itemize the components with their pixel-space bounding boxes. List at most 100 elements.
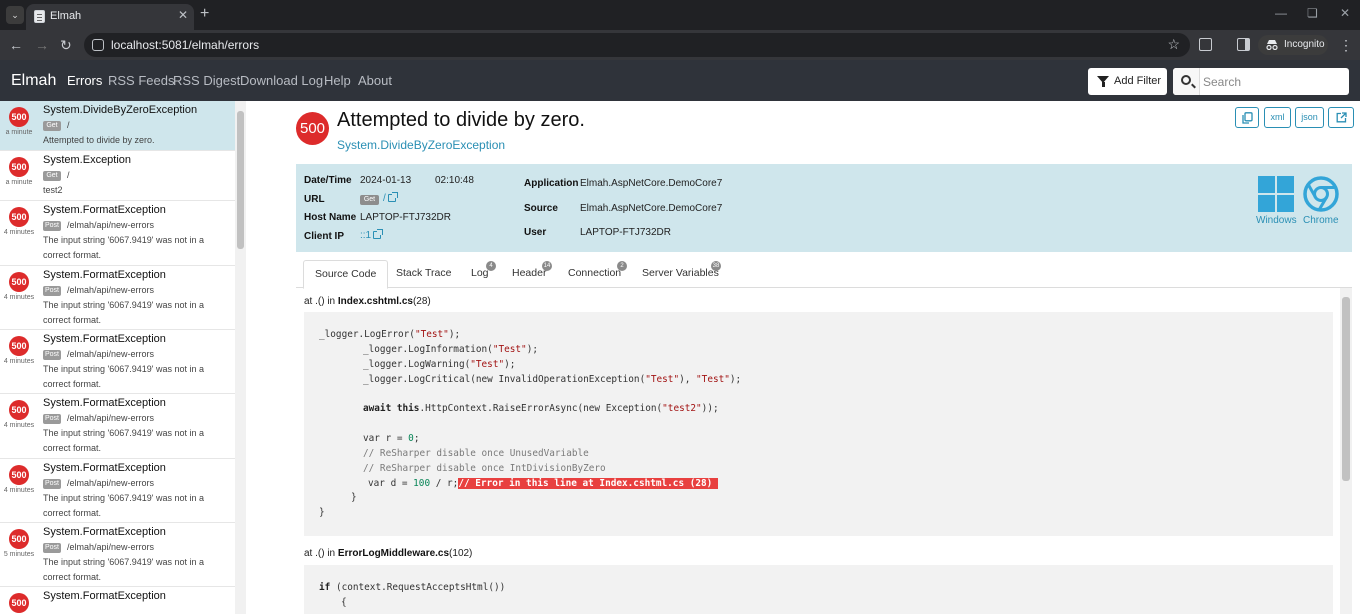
error-type: System.FormatException [43, 333, 166, 345]
tab-stack-trace[interactable]: Stack Trace [396, 267, 451, 279]
time-value: 02:10:48 [435, 175, 474, 186]
copy-icon [1241, 112, 1253, 124]
browser-tabstrip: ⌄ Elmah ✕ + — ❏ ✕ [0, 0, 1360, 30]
url-path[interactable]: / [383, 193, 386, 204]
close-tab-icon[interactable]: ✕ [178, 8, 188, 22]
http-verb-badge: Post [43, 350, 61, 360]
error-type: System.FormatException [43, 526, 166, 538]
code-line: if (context.RequestAcceptsHtml()) [319, 582, 506, 593]
http-verb-badge: Get [43, 171, 61, 181]
reload-icon[interactable]: ↻ [60, 37, 72, 53]
status-code-badge: 500 [9, 157, 29, 177]
forward-icon[interactable]: → [35, 37, 49, 53]
error-list-item[interactable]: 500 4 minutes System.FormatException Post/e… [0, 201, 235, 266]
nav-download-log[interactable]: Download Log [240, 73, 323, 88]
restore-icon[interactable]: ❏ [1307, 6, 1318, 20]
new-tab-icon[interactable]: + [200, 5, 209, 23]
header-count-badge: 14 [542, 261, 552, 271]
error-type: System.DivideByZeroException [43, 104, 198, 116]
external-link-icon[interactable] [373, 229, 384, 239]
error-type-link[interactable]: System.DivideByZeroException [337, 138, 505, 152]
user-value: LAPTOP-FTJ732DR [580, 227, 671, 238]
nav-errors[interactable]: Errors [67, 73, 102, 88]
url-link[interactable]: / [383, 192, 398, 204]
code-line: } [351, 492, 357, 503]
add-filter-label: Add Filter [1114, 75, 1162, 87]
error-message: The input string '6067.9419' was not in … [43, 428, 205, 453]
copy-button[interactable] [1235, 107, 1259, 128]
code-line: _logger.LogWarning("Test"); [363, 359, 516, 370]
source-label: Source [524, 203, 558, 214]
json-button[interactable]: json [1295, 107, 1324, 128]
status-code-badge: 500 [296, 112, 329, 145]
browser-tab[interactable]: Elmah ✕ [26, 4, 194, 30]
error-message: The input string '6067.9419' was not in … [43, 493, 205, 518]
http-verb-badge: Post [43, 221, 61, 231]
date-label: Date/Time [304, 175, 352, 186]
tab-server-variables[interactable]: Server Variables [642, 267, 719, 279]
source-code-block: _logger.LogError("Test"); _logger.LogInf… [304, 312, 1333, 536]
error-list-item[interactable]: 500 4 minutes System.FormatException Post/e… [0, 394, 235, 459]
search-box[interactable] [1173, 68, 1349, 95]
add-filter-button[interactable]: Add Filter [1088, 68, 1167, 95]
nav-help[interactable]: Help [324, 73, 351, 88]
incognito-label: Incognito [1284, 39, 1325, 50]
user-label: User [524, 227, 547, 238]
detail-scroll-thumb[interactable] [1342, 297, 1350, 481]
brand-logo[interactable]: Elmah [11, 72, 56, 90]
error-message: test2 [43, 185, 63, 195]
client-ip-value[interactable]: ::1 [360, 230, 371, 241]
error-list-item[interactable]: 500 System.FormatException [0, 587, 235, 614]
minimize-icon[interactable]: — [1275, 6, 1287, 20]
extensions-icon[interactable] [1199, 38, 1212, 51]
back-icon[interactable]: ← [9, 37, 23, 53]
open-external-button[interactable] [1328, 107, 1354, 128]
browser-menu-icon[interactable]: ⋮ [1339, 37, 1353, 53]
host-value: LAPTOP-FTJ732DR [360, 212, 451, 223]
code-line: } [319, 507, 325, 518]
tab-connection[interactable]: Connection [568, 267, 621, 279]
search-icon [1181, 75, 1191, 85]
error-list-item[interactable]: 500 4 minutes System.FormatException Post/e… [0, 459, 235, 523]
windows-logo-icon [1258, 176, 1294, 212]
client-ip-link[interactable]: ::1 [360, 229, 384, 241]
error-list: 500 a minute System.DivideByZeroException G… [0, 101, 246, 614]
frame-file: Index.cshtml.cs [337, 296, 413, 307]
side-panel-icon[interactable] [1237, 38, 1250, 51]
browser-label: Chrome [1303, 215, 1339, 226]
search-button[interactable] [1173, 68, 1200, 95]
stack-frame-header: at .() in ErrorLogMiddleware.cs(102) [304, 548, 472, 559]
incognito-indicator[interactable]: Incognito [1258, 35, 1328, 55]
nav-about[interactable]: About [358, 73, 392, 88]
request-path: /elmah/api/new-errors [67, 478, 155, 488]
nav-rss-digest[interactable]: RSS Digest [173, 73, 240, 88]
error-list-item[interactable]: 500 5 minutes System.FormatException Post/e… [0, 523, 235, 587]
site-info-icon[interactable] [92, 39, 104, 51]
error-list-item[interactable]: 500 a minute System.DivideByZeroException G… [0, 101, 235, 151]
close-window-icon[interactable]: ✕ [1340, 6, 1350, 20]
tab-header[interactable]: Header [512, 267, 546, 279]
error-list-item[interactable]: 500 4 minutes System.FormatException Post/e… [0, 330, 235, 394]
error-list-item[interactable]: 500 a minute System.Exception Get / test2 [0, 151, 235, 201]
nav-rss-feeds[interactable]: RSS Feeds [108, 73, 174, 88]
frame-prefix: at .() in [304, 296, 338, 307]
tab-source-code[interactable]: Source Code [303, 260, 389, 289]
external-link-icon[interactable] [387, 192, 398, 202]
error-list-item[interactable]: 500 4 minutes System.FormatException Post/e… [0, 266, 235, 330]
frame-file: ErrorLogMiddleware.cs [337, 548, 450, 559]
address-url[interactable]: localhost:5081/elmah/errors [111, 38, 259, 52]
os-label: Windows [1256, 215, 1297, 226]
code-line: var r = 0; [363, 433, 420, 444]
error-age: a minute [5, 129, 33, 136]
xml-button[interactable]: xml [1264, 107, 1291, 128]
search-input[interactable] [1203, 72, 1345, 91]
request-path: /elmah/api/new-errors [67, 413, 155, 423]
error-message: The input string '6067.9419' was not in … [43, 557, 205, 582]
error-list-scroll-thumb[interactable] [237, 111, 244, 249]
code-line: _logger.LogInformation("Test"); [363, 344, 538, 355]
page-favicon-icon [34, 10, 45, 23]
address-bar[interactable]: localhost:5081/elmah/errors ☆ [84, 33, 1190, 57]
error-type: System.FormatException [43, 590, 166, 602]
tab-search-chevron-icon[interactable]: ⌄ [6, 6, 24, 24]
bookmark-star-icon[interactable]: ☆ [1167, 36, 1180, 53]
